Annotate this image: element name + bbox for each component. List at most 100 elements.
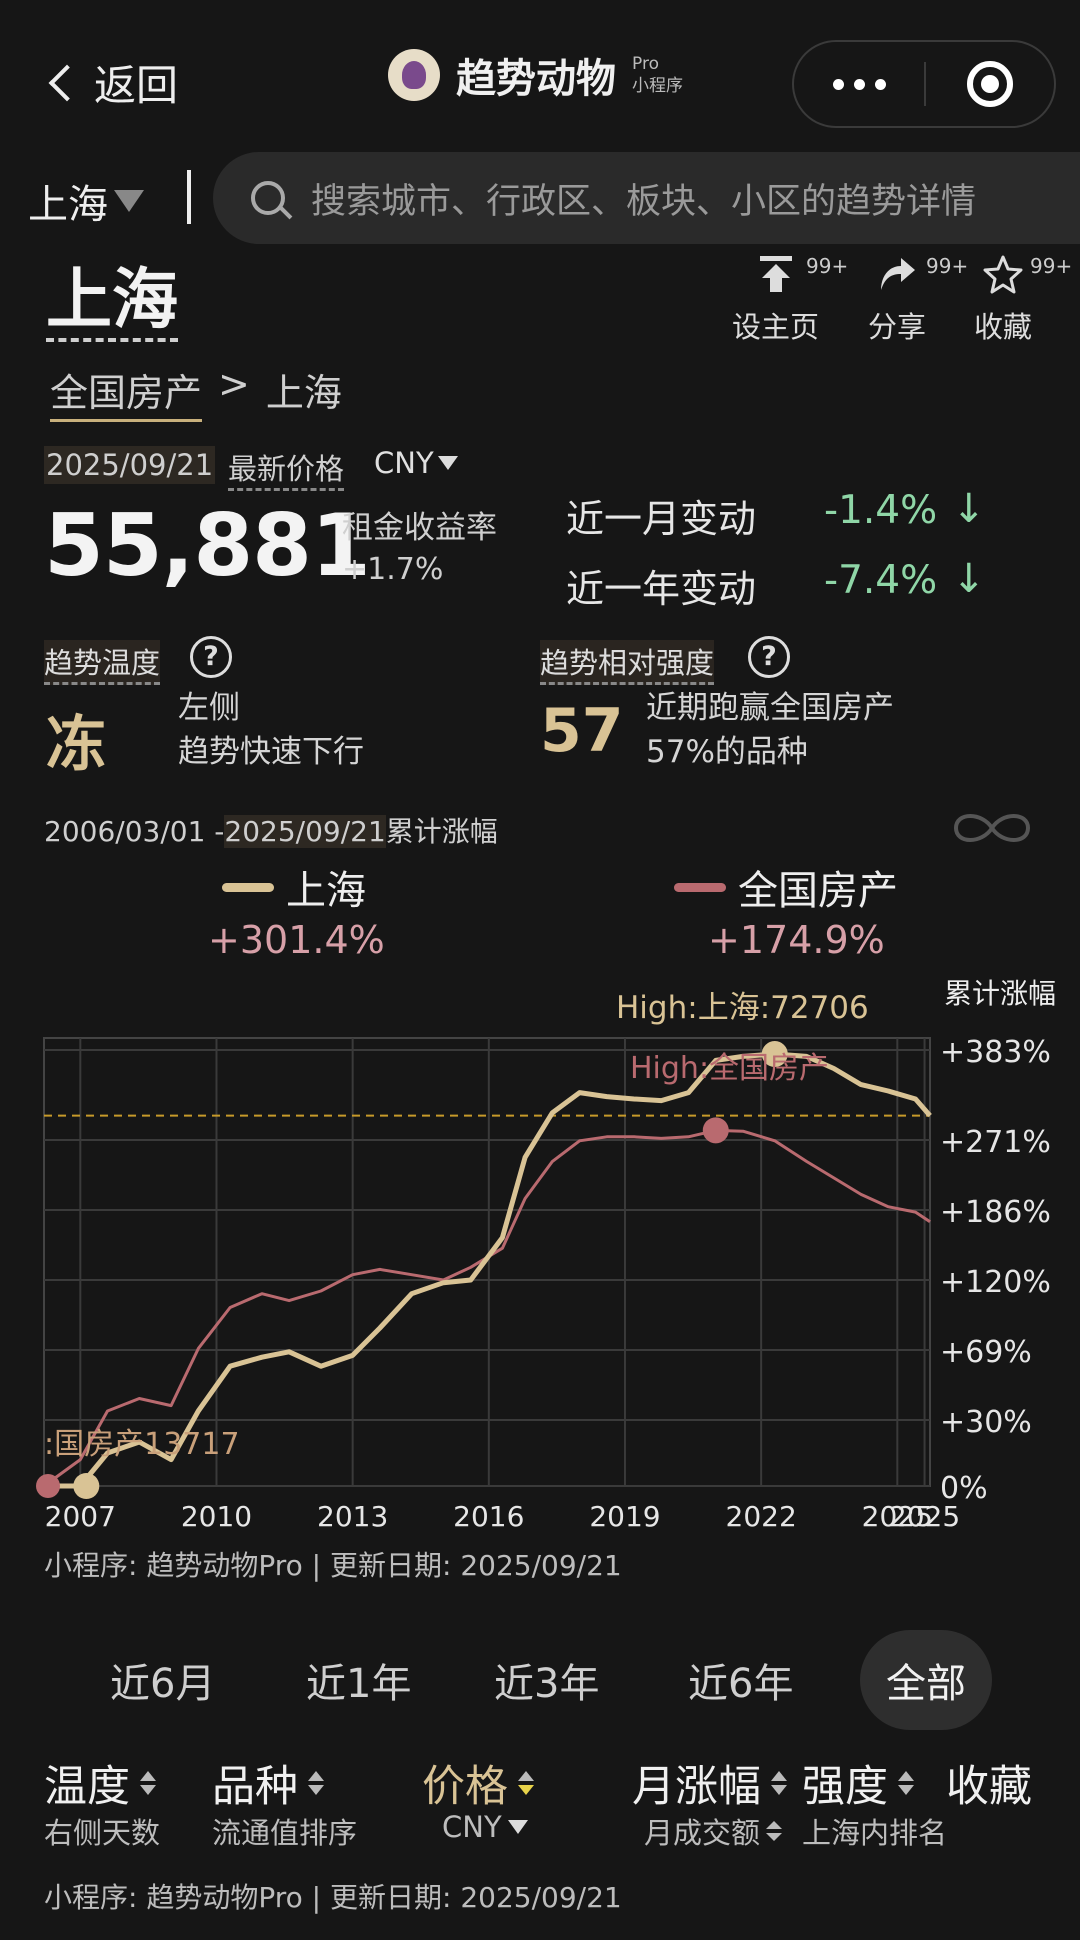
range-end: 2025/09/21 [224,815,386,848]
col-sub-label: 月成交额 [644,1816,761,1850]
legend-swatch [222,882,274,892]
x-tick-label: 2007 [45,1500,116,1530]
annotation-high-national: High:全国房产 [630,1051,829,1086]
trend-strength-value: 57 [540,696,624,766]
set-homepage-badge: 99+ [806,254,849,278]
set-homepage-button[interactable]: 设主页 99+ [732,254,848,346]
y-tick-label: +271% [940,1125,1051,1160]
y-tick-label: +69% [940,1335,1032,1370]
x-tick-label: 2013 [317,1500,388,1530]
search-input[interactable]: 搜索城市、行政区、板块、小区的趋势详情 [213,152,1080,244]
currency-selector[interactable]: CNY [374,446,458,480]
app-avatar [388,49,440,101]
x-tick-label: 2016 [453,1500,524,1530]
trend-temperature-label[interactable]: 趋势温度 [44,640,161,685]
breadcrumb-root-link[interactable]: 全国房产 [50,362,203,422]
legend-label: 上海 [286,868,366,914]
range-suffix: 累计涨幅 [385,815,498,848]
app-name: 趋势动物 [456,56,616,102]
trend-temperature-value: 冻 [46,710,106,780]
tab-1y[interactable]: 近1年 [306,1630,411,1730]
tab-6y[interactable]: 近6年 [688,1630,793,1730]
bottom-footer: 小程序: 趋势动物Pro | 更新日期: 2025/09/21 [44,1881,622,1914]
compare-toggle-icon[interactable] [948,806,1036,850]
chevron-left-icon [48,64,86,101]
latest-price-value: 55,881 [44,496,371,596]
back-button[interactable]: 返回 [44,52,178,113]
col-favorite[interactable]: 收藏 [946,1752,1032,1814]
close-miniprogram-button[interactable] [926,61,1054,107]
trend-temperature-desc: 左侧 趋势快速下行 [178,686,364,774]
breadcrumb: 全国房产 > 上海 [50,362,342,422]
city-name: 上海 [28,182,108,228]
sort-icon [766,1821,783,1841]
latest-price-label[interactable]: 最新价格 [228,446,345,491]
sort-icon [308,1771,324,1795]
favorite-label: 收藏 [974,310,1033,344]
divider [187,170,191,224]
share-button[interactable]: 分享 99+ [868,254,968,346]
legend-swatch [674,882,726,892]
sub-market-cap-sort[interactable]: 流通值排序 [212,1810,357,1852]
sub-city-rank[interactable]: 上海内排名 [802,1810,947,1852]
breadcrumb-separator: > [218,362,250,406]
share-label: 分享 [868,310,927,344]
x-tick-label: 2019 [589,1500,660,1530]
favorite-badge: 99+ [1030,254,1073,278]
col-label: 强度 [802,1762,888,1812]
currency-label: CNY [374,446,434,480]
tab-all[interactable]: 全部 [860,1630,992,1730]
down-arrow-icon: ↓ [952,486,986,532]
y-tick-label: +30% [940,1405,1032,1440]
x-tick-label: 2010 [181,1500,252,1530]
city-selector[interactable]: 上海 [28,172,144,230]
tab-6m[interactable]: 近6月 [110,1630,215,1730]
search-placeholder: 搜索城市、行政区、板块、小区的趋势详情 [311,181,977,222]
chart-range: 2006/03/01 -2025/09/21累计涨幅 [44,810,498,850]
annotation-high-shanghai: High:上海:72706 [616,990,869,1026]
sort-month-change[interactable]: 月涨幅 [632,1752,787,1814]
temp-desc-line1: 左侧 [178,690,240,726]
y-tick-label: +120% [940,1265,1051,1300]
price-date: 2025/09/21 [44,446,216,484]
col-label: 价格 [422,1762,508,1812]
series-line-shanghai [44,1051,932,1489]
app-pro-tag: Pro 小程序 [632,53,683,97]
trend-strength-desc: 近期跑赢全国房产 57%的品种 [646,686,894,774]
sub-right-days[interactable]: 右侧天数 [44,1810,160,1852]
low-marker-shanghai [73,1473,100,1499]
temp-desc-line2: 趋势快速下行 [178,734,364,770]
strength-desc-line2: 57%的品种 [646,734,808,770]
sub-monthly-volume[interactable]: 月成交额 [644,1810,783,1852]
star-icon [983,255,1023,294]
legend-national[interactable]: 全国房产 [674,858,898,916]
sort-temperature[interactable]: 温度 [44,1752,156,1814]
sort-strength[interactable]: 强度 [802,1752,914,1814]
sub-currency-selector[interactable]: CNY [442,1810,528,1844]
legend-shanghai-value: +301.4% [208,918,385,962]
breadcrumb-current: 上海 [265,371,342,415]
more-icon[interactable] [794,78,924,90]
sort-icon [518,1771,534,1795]
page-title[interactable]: 上海 [46,262,178,342]
trend-chart[interactable]: +383%+271%+186%+120%+69%+30%0%2007 2010 20… [0,990,1080,1530]
sort-price[interactable]: 价格 [422,1752,534,1814]
currency-label: CNY [442,1810,502,1844]
sort-variety[interactable]: 品种 [212,1752,324,1814]
trend-strength-label[interactable]: 趋势相对强度 [540,640,715,685]
help-icon[interactable]: ? [748,636,790,678]
month-change-value: -1.4% [824,488,938,533]
range-start: 2006/03/01 - [44,815,225,848]
caret-down-icon [437,456,458,470]
tab-3y[interactable]: 近3年 [494,1630,599,1730]
pin-top-icon [759,256,792,292]
help-icon[interactable]: ? [190,636,232,678]
app-sub-label: 小程序 [632,76,683,96]
y-tick-label: +186% [940,1195,1051,1230]
strength-desc-line1: 近期跑赢全国房产 [646,690,894,726]
x-tick-label: 2022 [726,1500,797,1530]
favorite-button[interactable]: 收藏 99+ [974,254,1072,346]
legend-shanghai[interactable]: 上海 [222,858,366,916]
low-marker-national [36,1474,60,1498]
chart-footer: 小程序: 趋势动物Pro | 更新日期: 2025/09/21 [44,1549,622,1582]
